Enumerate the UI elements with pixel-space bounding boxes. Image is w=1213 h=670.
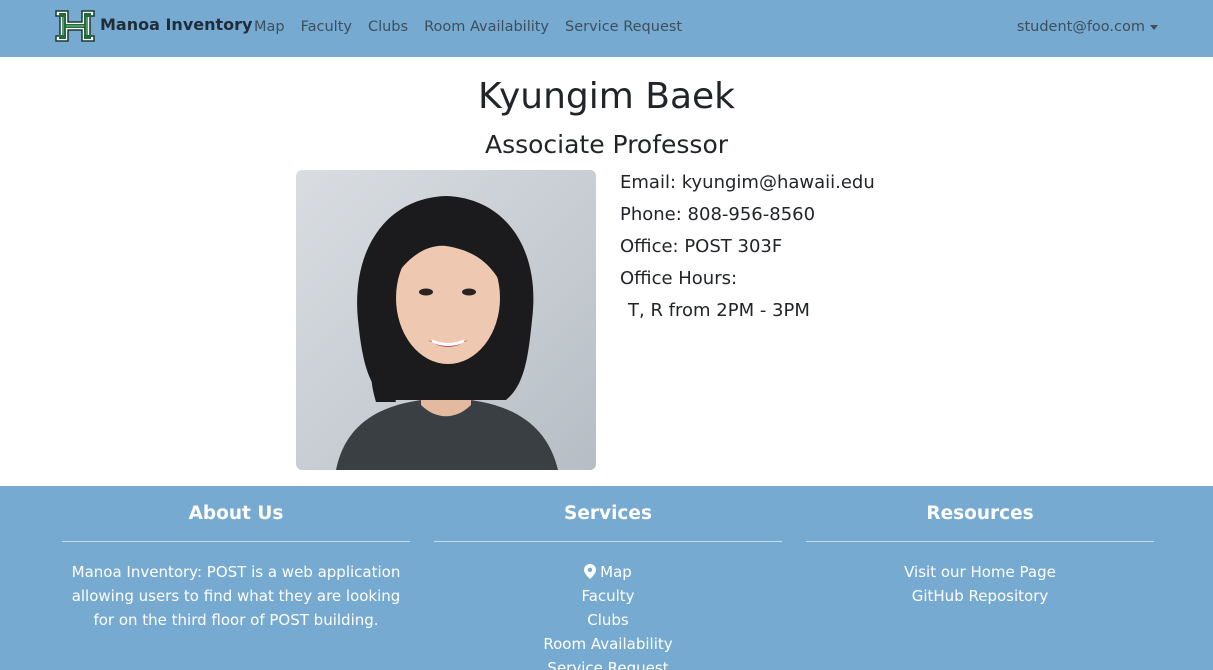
top-navbar: Manoa Inventory Map Faculty Clubs Room A…: [0, 0, 1213, 57]
footer-resources-heading: Resources: [926, 503, 1034, 524]
nav-link-room-availability[interactable]: Room Availability: [424, 19, 549, 35]
map-marker-icon: [584, 564, 597, 579]
footer-link-service-request[interactable]: Service Request: [434, 656, 782, 670]
footer: About Us Manoa Inventory: POST is a web …: [0, 486, 1213, 670]
faculty-photo: [296, 170, 596, 470]
brand-link[interactable]: Manoa Inventory: [54, 9, 252, 43]
user-email: student@foo.com: [1016, 19, 1145, 35]
footer-link-home-page[interactable]: Visit our Home Page: [806, 560, 1154, 584]
office-hours-value: T, R from 2PM - 3PM: [628, 300, 810, 321]
nav-link-service-request[interactable]: Service Request: [565, 19, 682, 35]
footer-link-room-availability[interactable]: Room Availability: [434, 632, 782, 656]
footer-link-clubs[interactable]: Clubs: [434, 608, 782, 632]
footer-link-map[interactable]: Map: [434, 560, 782, 584]
uh-logo-icon: [55, 10, 95, 42]
footer-divider: [806, 541, 1154, 542]
footer-link-github[interactable]: GitHub Repository: [806, 584, 1154, 608]
faculty-name: Kyungim Baek: [477, 76, 736, 117]
footer-resources-links: Visit our Home Page GitHub Repository: [806, 560, 1154, 608]
nav-link-clubs[interactable]: Clubs: [368, 19, 408, 35]
portrait-illustration: [336, 196, 558, 470]
nav-link-faculty[interactable]: Faculty: [301, 19, 352, 35]
footer-resources-column: Resources Visit our Home Page GitHub Rep…: [806, 486, 1154, 608]
footer-divider: [62, 541, 410, 542]
contact-info: Email: kyungim@hawaii.edu Phone: 808-956…: [620, 171, 875, 331]
footer-link-faculty[interactable]: Faculty: [434, 584, 782, 608]
office-hours-label: Office Hours:: [620, 268, 738, 289]
phone-text: Phone: 808-956-8560: [620, 204, 816, 225]
nav-link-map[interactable]: Map: [254, 19, 285, 35]
user-dropdown[interactable]: student@foo.com: [1017, 19, 1158, 35]
email-text: Email: kyungim@hawaii.edu: [620, 172, 875, 193]
caret-down-icon: [1150, 24, 1158, 30]
footer-services-links: Map Faculty Clubs Room Availability Serv…: [434, 560, 782, 670]
footer-link-map-label: Map: [600, 563, 632, 581]
footer-about-text: Manoa Inventory: POST is a web applicati…: [71, 563, 401, 629]
footer-about-heading: About Us: [188, 503, 284, 524]
brand-title: Manoa Inventory: [100, 15, 253, 34]
footer-about-column: About Us Manoa Inventory: POST is a web …: [62, 486, 410, 632]
nav-links: Map Faculty Clubs Room Availability Serv…: [254, 19, 698, 35]
office-text: Office: POST 303F: [620, 236, 783, 257]
faculty-title: Associate Professor: [484, 130, 729, 159]
footer-services-column: Services Map Faculty Clubs Room Availabi…: [434, 486, 782, 670]
footer-divider: [434, 541, 782, 542]
footer-services-heading: Services: [564, 503, 652, 524]
